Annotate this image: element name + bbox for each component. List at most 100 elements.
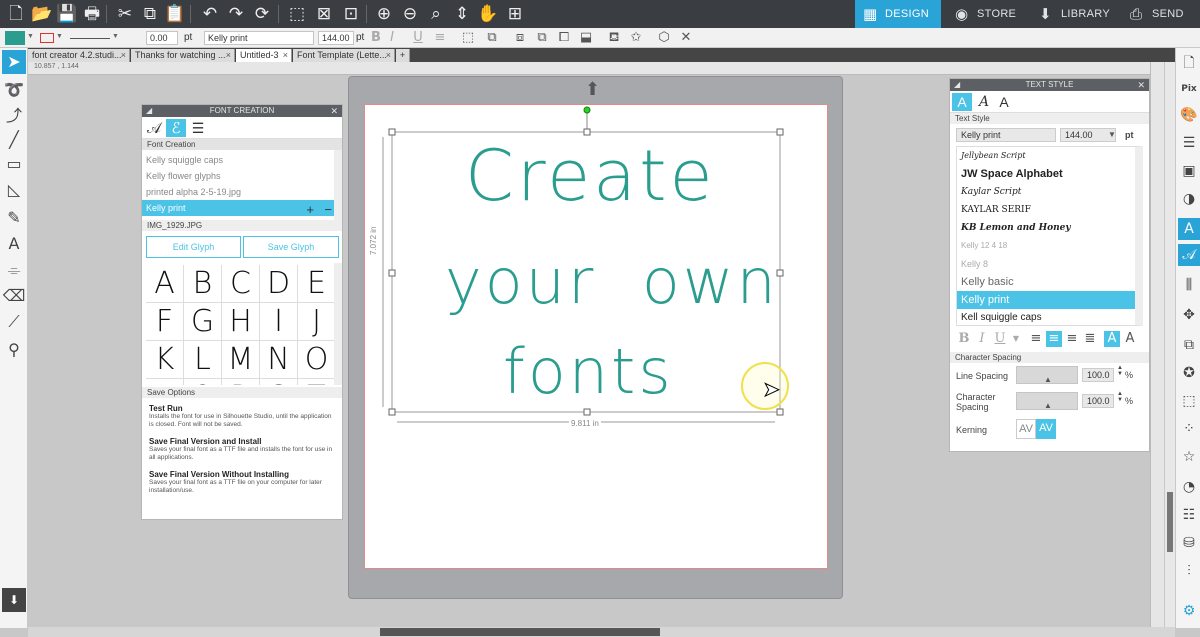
vertical-text-icon[interactable]: A xyxy=(1104,331,1120,347)
group-icon[interactable]: ⬚ xyxy=(285,2,309,26)
glyph-cell[interactable]: R xyxy=(222,379,260,385)
pencil-icon[interactable]: ✎ xyxy=(2,206,26,230)
font-item-selected[interactable]: Kelly print xyxy=(957,291,1135,309)
pointer-icon[interactable]: ➤ xyxy=(2,50,26,74)
list-item[interactable]: Kelly flower glyphs xyxy=(142,168,334,184)
close-icon[interactable]: ✕ xyxy=(678,30,694,46)
text-direction-icon[interactable]: A xyxy=(1122,331,1138,347)
star-outline-icon[interactable]: ☆ xyxy=(1178,446,1200,468)
font-tab-icon[interactable]: 𝒜 xyxy=(144,119,164,137)
align-panel-icon[interactable]: ⫼ xyxy=(1178,274,1200,296)
chevron-down-icon[interactable]: ▼ xyxy=(1108,130,1116,139)
arrange-front-icon[interactable]: ⧈ xyxy=(512,30,528,46)
zoom-out-icon[interactable]: ⊖ xyxy=(398,2,422,26)
line-width-input[interactable]: 0.00 xyxy=(146,31,178,45)
print-icon[interactable]: 🖶 xyxy=(80,2,104,26)
stepper-icon[interactable]: ▲ ▼ xyxy=(1117,391,1123,403)
justify-icon[interactable]: ≣ xyxy=(1082,331,1098,347)
release-icon[interactable]: ⊡ xyxy=(339,2,363,26)
knife-icon[interactable]: ⌯ xyxy=(2,258,26,282)
remove-font-button[interactable]: − xyxy=(324,202,332,217)
font-item[interactable]: Kelly 12 4 18 xyxy=(957,237,1135,255)
tab-document[interactable]: font creator 4.2.studi... × xyxy=(28,49,130,62)
canvas-text-line[interactable]: your own xyxy=(445,245,779,318)
glyph-cell[interactable]: G xyxy=(184,303,222,341)
cut-icon[interactable]: ✂ xyxy=(113,2,137,26)
glyph-cell[interactable]: I xyxy=(260,303,298,341)
tab-document[interactable]: Font Template (Lette... × xyxy=(293,49,395,62)
glyph-cell[interactable]: O xyxy=(298,341,334,379)
align-icon[interactable]: ≡ xyxy=(432,30,448,46)
knife-blade-icon[interactable]: ⟋ xyxy=(2,310,26,334)
zoom-select-icon[interactable]: ⌕ xyxy=(424,2,448,26)
new-document-icon[interactable]: 🗋 xyxy=(4,2,28,26)
glyph-cell[interactable]: E xyxy=(298,265,334,303)
replicate-icon[interactable]: ⬚ xyxy=(460,30,476,46)
save-glyph-button[interactable]: Save Glyph xyxy=(243,236,339,258)
undo-icon[interactable]: ↶ xyxy=(198,2,222,26)
sketch-icon[interactable]: ⛁ xyxy=(1178,532,1200,554)
fill-color-swatch[interactable] xyxy=(5,31,25,45)
edit-points-icon[interactable]: ⤴ xyxy=(2,104,26,128)
ungroup-icon[interactable]: ⊠ xyxy=(312,2,336,26)
layers-icon[interactable]: ☷ xyxy=(1178,504,1200,526)
text-style-icon[interactable]: A xyxy=(1178,218,1200,240)
slider-thumb[interactable]: ▲ xyxy=(1044,401,1052,410)
font-item[interactable]: Kell squiggle caps xyxy=(957,309,1135,325)
pixscan-icon[interactable]: Pix xyxy=(1178,78,1200,100)
glyph-cell[interactable]: D xyxy=(260,265,298,303)
glyph-cell[interactable]: N xyxy=(260,341,298,379)
glyph-cell[interactable]: S xyxy=(260,379,298,385)
font-item[interactable]: Kelly basic xyxy=(957,273,1135,291)
align-center-icon[interactable]: ≡ xyxy=(1046,331,1062,347)
copy-icon[interactable]: ⧉ xyxy=(138,2,162,26)
font-creation-icon[interactable]: 𝒜 xyxy=(1178,244,1200,266)
save-option-no-install[interactable]: Save Final Version Without Installing Sa… xyxy=(149,470,335,495)
canvas-text-line[interactable]: fonts xyxy=(503,335,674,408)
tab-store[interactable]: ◉ STORE xyxy=(947,0,1027,28)
star-icon[interactable]: ✩ xyxy=(628,30,644,46)
transform-icon[interactable]: ✥ xyxy=(1178,304,1200,326)
tab-library[interactable]: ⬇ LIBRARY xyxy=(1031,0,1117,28)
add-font-button[interactable]: + xyxy=(306,202,314,217)
glyph-cell[interactable]: P xyxy=(146,379,184,385)
scroll-thumb[interactable] xyxy=(380,628,660,636)
font-item[interactable]: KB Lemon and Honey xyxy=(957,219,1135,237)
slider-thumb[interactable]: ▲ xyxy=(1044,375,1052,384)
tab-design[interactable]: ▦ DESIGN xyxy=(855,0,941,28)
glyph-cell[interactable]: L xyxy=(184,341,222,379)
fit-page-icon[interactable]: ⊞ xyxy=(503,2,527,26)
line-style[interactable] xyxy=(70,38,110,39)
character-spacing-input[interactable]: 100.0 xyxy=(1082,394,1114,408)
design-page[interactable]: 7.072 in 9.811 in Create your own fonts … xyxy=(364,104,828,569)
glyph-cell[interactable]: T xyxy=(298,379,334,385)
tab-document-active[interactable]: Untitled-3 × xyxy=(236,49,292,62)
align-left-icon[interactable]: ≡ xyxy=(1028,331,1044,347)
underline-icon[interactable]: U xyxy=(410,30,426,46)
zoom-in-icon[interactable]: ⊕ xyxy=(372,2,396,26)
text-path-tab-icon[interactable]: A xyxy=(994,93,1014,111)
tab-document[interactable]: Thanks for watching ... × xyxy=(131,49,235,62)
opacity-icon[interactable]: ◑ xyxy=(1178,188,1200,210)
list-item[interactable]: printed alpha 2-5-19.jpg xyxy=(142,184,334,200)
fill-bucket-icon[interactable]: ⛾ xyxy=(606,30,622,46)
eyedropper-icon[interactable]: ⚲ xyxy=(2,338,26,362)
close-icon[interactable]: × xyxy=(121,49,126,62)
open-folder-icon[interactable]: 📂 xyxy=(30,2,54,26)
stepper-icon[interactable]: ▲ ▼ xyxy=(1117,365,1123,377)
glyph-cell[interactable]: J xyxy=(298,303,334,341)
glyph-cell[interactable]: A xyxy=(146,265,184,303)
line-style-icon[interactable]: ☰ xyxy=(1178,132,1200,154)
redo-icon[interactable]: ↷ xyxy=(224,2,248,26)
font-size-input[interactable]: 144.00 xyxy=(318,31,354,45)
close-icon[interactable]: ✕ xyxy=(1137,79,1145,91)
font-item[interactable]: Jellybean Script xyxy=(957,147,1135,165)
text-tool-icon[interactable]: A xyxy=(2,232,26,256)
underline-icon[interactable]: U xyxy=(992,331,1008,347)
align-right-icon[interactable]: ≡ xyxy=(1064,331,1080,347)
font-name-field[interactable]: Kelly print xyxy=(956,128,1056,142)
collapse-arrow-icon[interactable]: ◢ xyxy=(954,79,960,91)
replicate-panel-icon[interactable]: ⧉ xyxy=(1178,334,1200,356)
palette-icon[interactable]: 🎨 xyxy=(1178,104,1200,126)
cube-icon[interactable]: ⬡ xyxy=(656,30,672,46)
